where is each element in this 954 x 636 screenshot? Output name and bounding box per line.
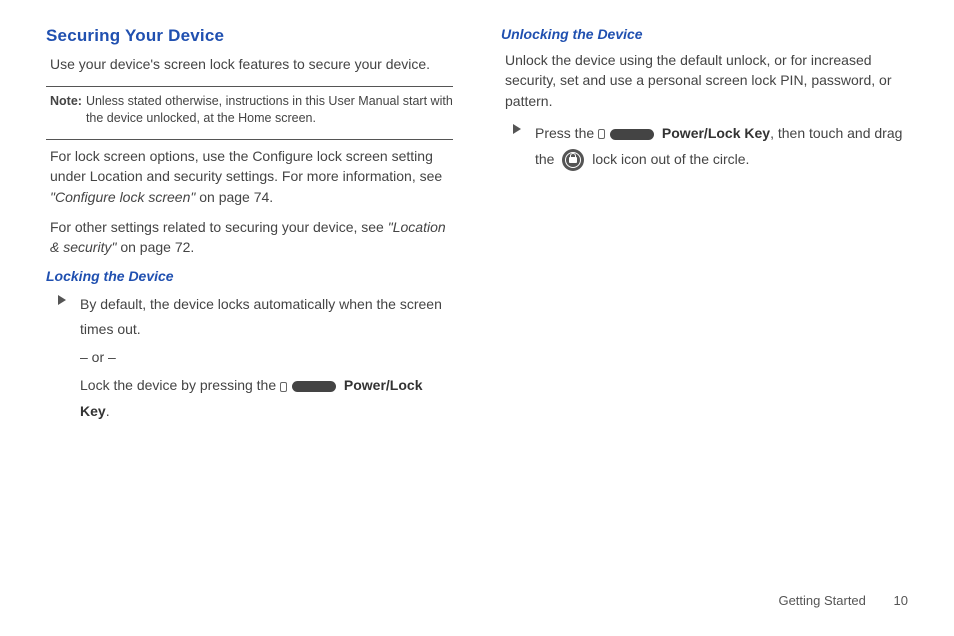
note-label: Note:	[50, 93, 82, 127]
note-text: Unless stated otherwise, instructions in…	[86, 93, 453, 127]
note-separator-top	[46, 86, 453, 87]
text: For lock screen options, use the Configu…	[50, 148, 442, 184]
or-divider: – or –	[80, 345, 453, 371]
caret-right-icon	[58, 295, 66, 305]
reference-configure-lock-screen: "Configure lock screen"	[50, 189, 195, 205]
text: on page 72.	[116, 239, 194, 255]
page-footer: Getting Started 10	[778, 593, 908, 608]
lock-icon	[562, 149, 584, 171]
text: Lock the device by pressing the	[80, 377, 280, 393]
step-default-lock: By default, the device locks automatical…	[80, 292, 453, 344]
power-key-icon	[292, 381, 336, 392]
location-security-paragraph: For other settings related to securing y…	[50, 217, 449, 258]
step-block: Press the Power/Lock Key, then touch and…	[501, 121, 908, 173]
left-column: Securing Your Device Use your device's s…	[46, 26, 453, 425]
text: .	[106, 403, 110, 419]
text: lock icon out of the circle.	[588, 151, 749, 167]
note-separator-bottom	[46, 139, 453, 140]
intro-paragraph: Use your device's screen lock features t…	[50, 54, 449, 74]
note-block: Note: Unless stated otherwise, instructi…	[46, 93, 453, 127]
text: on page 74.	[195, 189, 273, 205]
heading-securing-your-device: Securing Your Device	[46, 26, 453, 46]
key-icon	[280, 382, 287, 392]
lock-screen-options-paragraph: For lock screen options, use the Configu…	[50, 146, 449, 207]
key-icon	[598, 129, 605, 139]
text: Press the	[535, 125, 598, 141]
right-column: Unlocking the Device Unlock the device u…	[501, 26, 908, 425]
text: For other settings related to securing y…	[50, 219, 388, 235]
step-block: By default, the device locks automatical…	[46, 292, 453, 425]
unlock-intro-paragraph: Unlock the device using the default unlo…	[505, 50, 904, 111]
step-unlock: Press the Power/Lock Key, then touch and…	[535, 121, 908, 173]
subheading-locking-the-device: Locking the Device	[46, 268, 453, 284]
power-key-icon	[610, 129, 654, 140]
step-press-power-key: Lock the device by pressing the Power/Lo…	[80, 373, 453, 425]
caret-right-icon	[513, 124, 521, 134]
subheading-unlocking-the-device: Unlocking the Device	[501, 26, 908, 42]
footer-section-name: Getting Started	[778, 593, 865, 608]
power-lock-key-label: Power/Lock Key	[662, 125, 770, 141]
footer-page-number: 10	[894, 593, 908, 608]
